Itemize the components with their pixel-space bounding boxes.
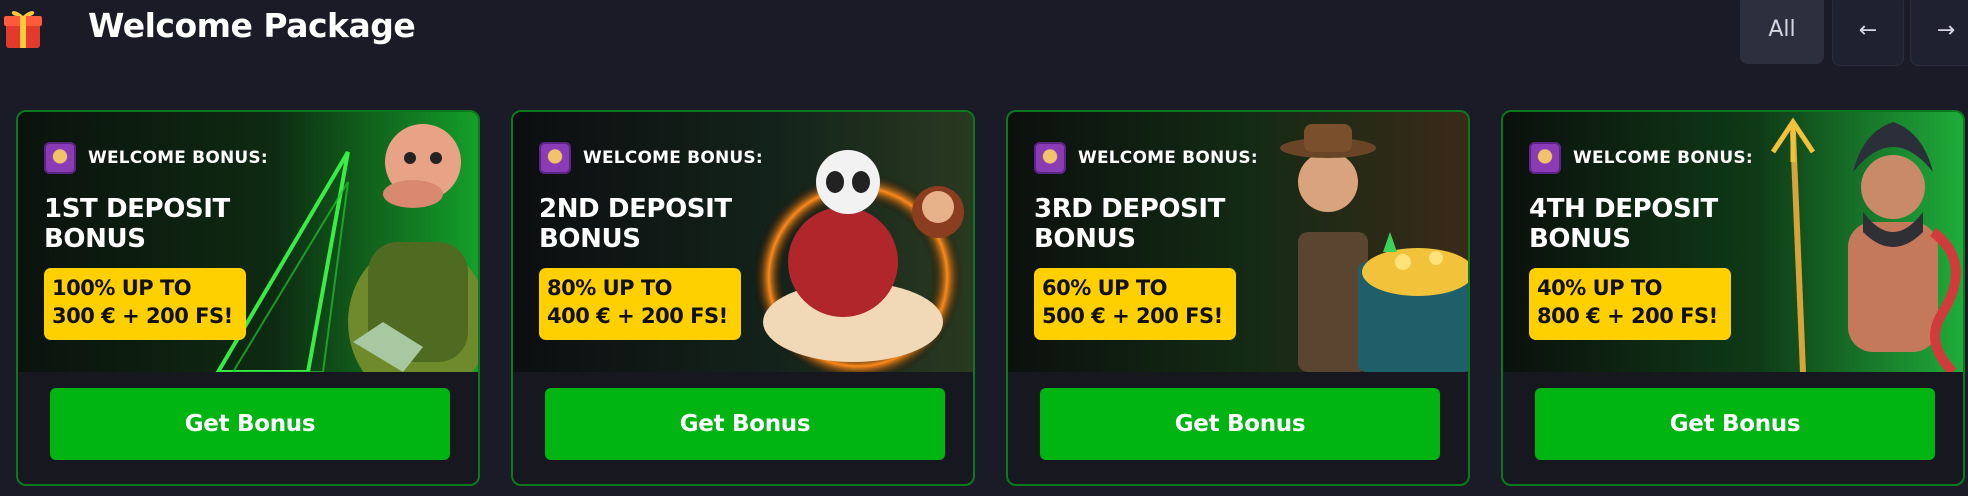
offer-line2: 400 € + 200 FS! — [547, 304, 728, 328]
badge-row: WELCOME BONUS: — [44, 142, 268, 174]
bonus-banner: WELCOME BONUS: 3RD DEPOSIT BONUS 60% UP … — [1008, 112, 1468, 372]
offer-badge: 80% UP TO 400 € + 200 FS! — [539, 268, 741, 340]
deposit-title-line2: BONUS — [1529, 224, 1631, 254]
offer-line1: 40% UP TO — [1537, 276, 1663, 300]
arrow-left-icon: ← — [1858, 17, 1878, 43]
get-bonus-button[interactable]: Get Bonus — [545, 388, 945, 460]
deposit-title: 4TH DEPOSIT BONUS — [1529, 194, 1759, 254]
offer-line1: 80% UP TO — [547, 276, 673, 300]
bonus-banner: WELCOME BONUS: 2ND DEPOSIT BONUS 80% UP … — [513, 112, 973, 372]
arrow-right-icon: → — [1936, 17, 1956, 43]
deposit-title-line2: BONUS — [1034, 224, 1136, 254]
carousel-next-button[interactable]: → — [1910, 0, 1968, 66]
badge-row: WELCOME BONUS: — [1529, 142, 1753, 174]
page-title: Welcome Package — [88, 6, 416, 45]
badge-row: WELCOME BONUS: — [1034, 142, 1258, 174]
get-bonus-button[interactable]: Get Bonus — [1535, 388, 1935, 460]
filter-all-label: All — [1768, 16, 1796, 42]
section-header: Welcome Package All ← → — [0, 0, 1968, 70]
bonus-banner: WELCOME BONUS: 4TH DEPOSIT BONUS 40% UP … — [1503, 112, 1963, 372]
offer-line1: 60% UP TO — [1042, 276, 1168, 300]
offer-line2: 800 € + 200 FS! — [1537, 304, 1718, 328]
offer-line1: 100% UP TO — [52, 276, 192, 300]
offer-badge: 40% UP TO 800 € + 200 FS! — [1529, 268, 1731, 340]
casino-logo-icon — [539, 142, 571, 174]
bonus-card-4: WELCOME BONUS: 4TH DEPOSIT BONUS 40% UP … — [1501, 110, 1965, 486]
badge-label: WELCOME BONUS: — [583, 148, 763, 168]
filter-all-button[interactable]: All — [1740, 0, 1824, 64]
casino-logo-icon — [1034, 142, 1066, 174]
casino-logo-icon — [1529, 142, 1561, 174]
badge-label: WELCOME BONUS: — [1573, 148, 1753, 168]
offer-badge: 100% UP TO 300 € + 200 FS! — [44, 268, 246, 340]
deposit-title-line2: BONUS — [44, 224, 146, 254]
gift-box-icon — [4, 11, 42, 48]
offer-line2: 300 € + 200 FS! — [52, 304, 233, 328]
bonus-card-3: WELCOME BONUS: 3RD DEPOSIT BONUS 60% UP … — [1006, 110, 1470, 486]
offer-badge: 60% UP TO 500 € + 200 FS! — [1034, 268, 1236, 340]
deposit-title-line1: 3RD DEPOSIT — [1034, 194, 1225, 224]
badge-label: WELCOME BONUS: — [1078, 148, 1258, 168]
bonus-banner: WELCOME BONUS: 1ST DEPOSIT BONUS 100% UP… — [18, 112, 478, 372]
deposit-title: 1ST DEPOSIT BONUS — [44, 194, 274, 254]
casino-logo-icon — [44, 142, 76, 174]
get-bonus-button[interactable]: Get Bonus — [50, 388, 450, 460]
deposit-title-line1: 1ST DEPOSIT — [44, 194, 230, 224]
badge-row: WELCOME BONUS: — [539, 142, 763, 174]
bonus-card-1: WELCOME BONUS: 1ST DEPOSIT BONUS 100% UP… — [16, 110, 480, 486]
get-bonus-button[interactable]: Get Bonus — [1040, 388, 1440, 460]
offer-line2: 500 € + 200 FS! — [1042, 304, 1223, 328]
deposit-title-line1: 4TH DEPOSIT — [1529, 194, 1718, 224]
badge-label: WELCOME BONUS: — [88, 148, 268, 168]
deposit-title-line1: 2ND DEPOSIT — [539, 194, 732, 224]
deposit-title-line2: BONUS — [539, 224, 641, 254]
bonus-card-2: WELCOME BONUS: 2ND DEPOSIT BONUS 80% UP … — [511, 110, 975, 486]
deposit-title: 3RD DEPOSIT BONUS — [1034, 194, 1264, 254]
carousel-prev-button[interactable]: ← — [1832, 0, 1904, 66]
deposit-title: 2ND DEPOSIT BONUS — [539, 194, 769, 254]
